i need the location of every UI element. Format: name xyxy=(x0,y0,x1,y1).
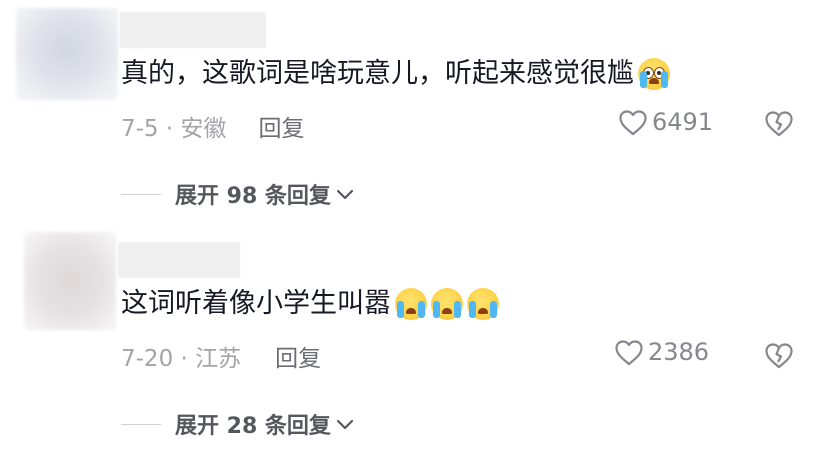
expand-replies-label: 展开 98 条回复 xyxy=(175,184,331,209)
like-count: 2386 xyxy=(648,338,710,366)
like-button[interactable]: 2386 xyxy=(614,338,709,366)
broken-heart-icon xyxy=(765,343,793,369)
comment-item: 这词听着像小学生叫嚣 7-20 · 江苏 回复 2386 展开 28 条回复 xyxy=(0,230,828,456)
expand-replies-label: 展开 28 条回复 xyxy=(175,414,331,439)
reply-button[interactable]: 回复 xyxy=(259,109,305,143)
comment-text-content: 这词听着像小学生叫嚣 xyxy=(121,288,391,319)
comment-text: 这词听着像小学生叫嚣 xyxy=(121,286,499,322)
heart-icon xyxy=(619,109,647,135)
like-button[interactable]: 6491 xyxy=(618,108,713,136)
date-location: 7-20 · 江苏 xyxy=(121,346,242,372)
avatar[interactable] xyxy=(16,8,118,100)
comment-text-content: 真的，这歌词是啥玩意儿，听起来感觉很尴 xyxy=(121,58,634,89)
avatar[interactable] xyxy=(24,232,116,330)
username-blurred[interactable] xyxy=(118,242,240,278)
comment-meta: 7-5 · 安徽 回复 xyxy=(121,109,305,143)
loudly-crying-emoji-icon xyxy=(467,288,499,320)
dizzy-crying-emoji-icon xyxy=(638,58,670,90)
dislike-button[interactable] xyxy=(764,342,794,373)
comment-meta: 7-20 · 江苏 回复 xyxy=(121,339,321,373)
expand-replies-button[interactable]: 展开 28 条回复 xyxy=(121,408,355,440)
chevron-down-icon xyxy=(336,189,354,200)
chevron-down-icon xyxy=(336,419,354,430)
expand-replies-button[interactable]: 展开 98 条回复 xyxy=(121,178,355,210)
loudly-crying-emoji-icon xyxy=(431,288,463,320)
loudly-crying-emoji-icon xyxy=(395,288,427,320)
comment-item: 真的，这歌词是啥玩意儿，听起来感觉很尴 7-5 · 安徽 回复 6491 展开 … xyxy=(0,0,828,230)
divider-line xyxy=(121,423,161,425)
date-location: 7-5 · 安徽 xyxy=(121,116,227,142)
username-blurred[interactable] xyxy=(120,12,266,48)
broken-heart-icon xyxy=(765,111,793,137)
dislike-button[interactable] xyxy=(764,110,794,141)
like-count: 6491 xyxy=(652,108,714,136)
reply-button[interactable]: 回复 xyxy=(275,339,321,373)
heart-icon xyxy=(615,339,643,365)
divider-line xyxy=(121,193,161,195)
comment-text: 真的，这歌词是啥玩意儿，听起来感觉很尴 xyxy=(121,56,670,92)
